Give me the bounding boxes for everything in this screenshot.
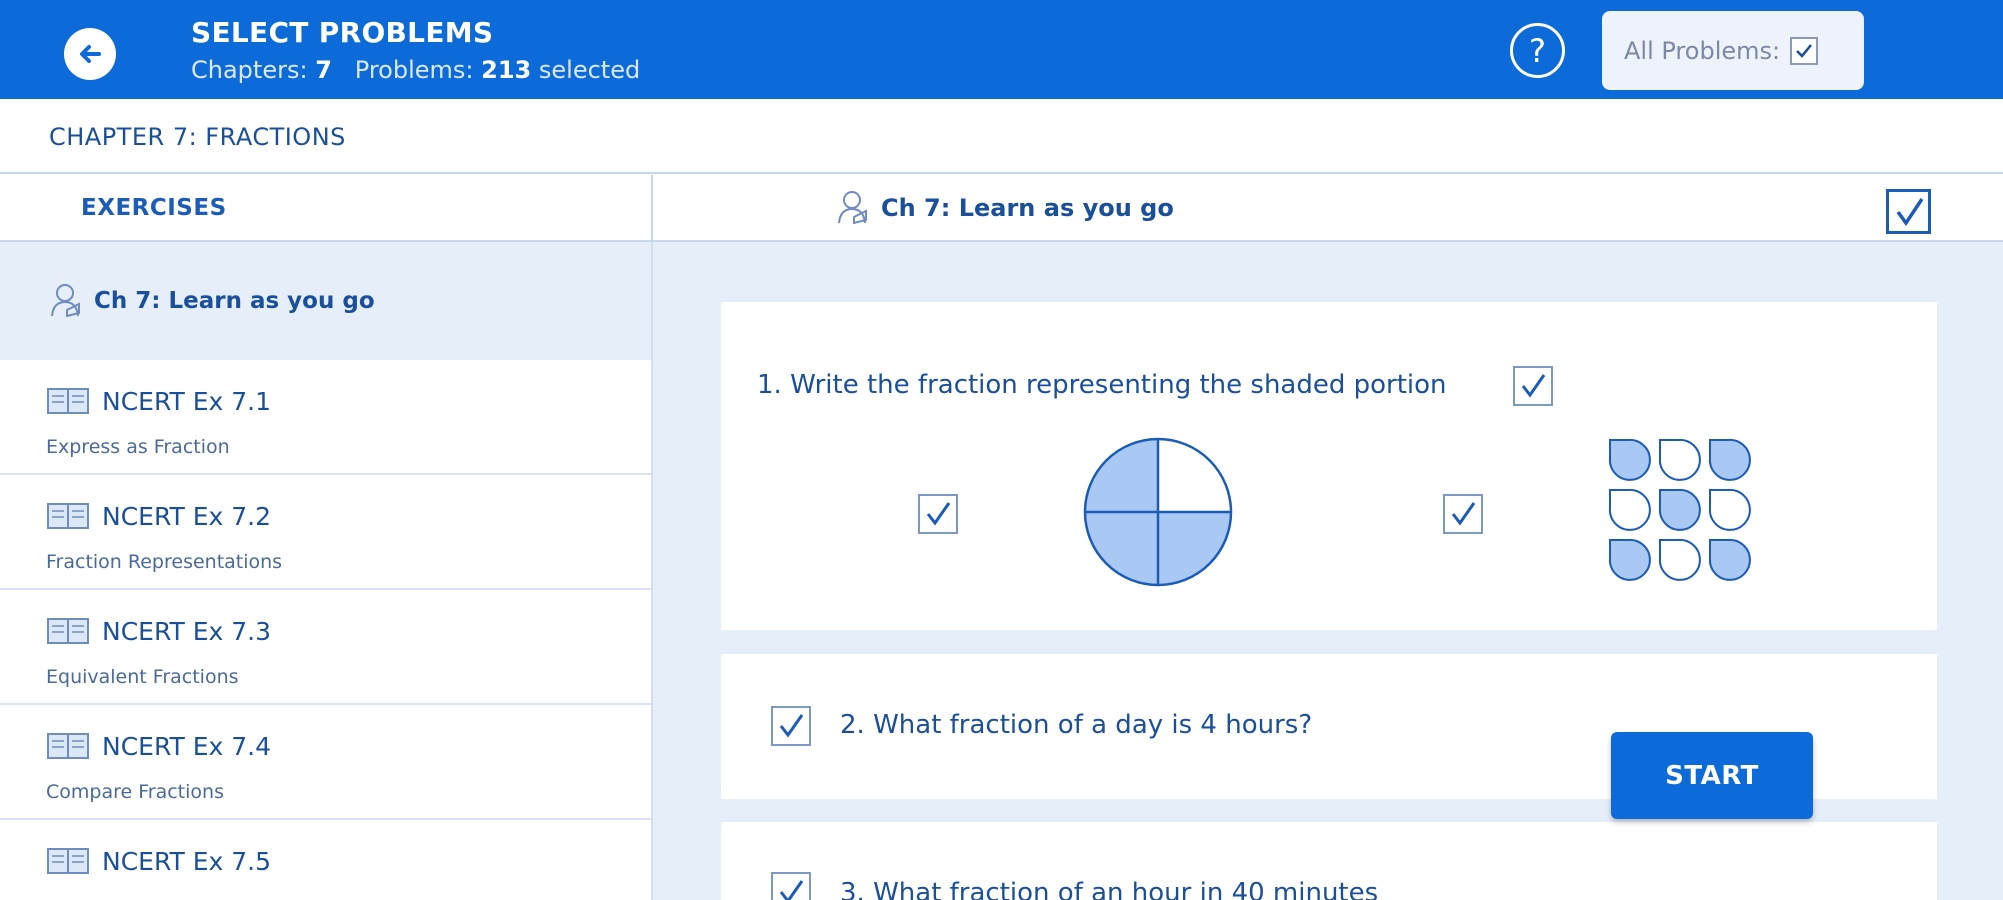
problems-label: Problems:	[354, 56, 474, 84]
exercise-sidebar: Ch 7: Learn as you go NCERT Ex 7.1 Expre…	[0, 242, 651, 900]
sidebar-item-subtitle: Fraction Representations	[46, 551, 283, 573]
problems-count: 213	[481, 56, 532, 84]
start-button[interactable]: START	[1611, 732, 1813, 819]
back-arrow-icon	[80, 45, 101, 63]
back-button[interactable]	[64, 28, 116, 80]
checkmark-icon	[1521, 374, 1546, 398]
chapter-bar: CHAPTER 7: FRACTIONS	[0, 99, 2003, 174]
sidebar-item-ex-7-1[interactable]: NCERT Ex 7.1 Express as Fraction	[0, 360, 651, 475]
page-title: SELECT PROBLEMS	[191, 16, 494, 49]
checkmark-icon	[779, 880, 804, 900]
chapter-title: CHAPTER 7: FRACTIONS	[49, 123, 346, 151]
book-icon	[47, 848, 89, 874]
question-3-checkbox[interactable]	[771, 872, 811, 900]
sidebar-item-ex-7-2[interactable]: NCERT Ex 7.2 Fraction Representations	[0, 475, 651, 590]
checkmark-icon	[1796, 43, 1813, 58]
book-icon	[47, 733, 89, 759]
chapters-count: 7	[315, 56, 332, 84]
sidebar-item-ex-7-3[interactable]: NCERT Ex 7.3 Equivalent Fractions	[0, 590, 651, 705]
question-card-3: 3. What fraction of an hour in 40 minute…	[721, 822, 1937, 900]
fraction-circle-figure	[1083, 437, 1233, 587]
all-problems-label: All Problems:	[1624, 36, 1781, 65]
question-text: 1. Write the fraction representing the s…	[757, 370, 1447, 400]
checkmark-icon	[1896, 197, 1923, 226]
section-divider	[651, 175, 653, 242]
all-problems-checkbox[interactable]	[1790, 36, 1819, 65]
checkmark-icon	[1451, 502, 1476, 526]
learner-icon	[838, 191, 867, 225]
selected-label: selected	[538, 56, 641, 84]
all-problems-toggle[interactable]: All Problems:	[1602, 11, 1864, 90]
section-header: Ch 7: Learn as you go	[835, 189, 1174, 227]
section-bar: EXERCISES Ch 7: Learn as you go	[0, 175, 2003, 242]
question-card-1: 1. Write the fraction representing the s…	[721, 302, 1937, 630]
learner-icon	[51, 284, 80, 318]
drops-figure-checkbox[interactable]	[1443, 494, 1483, 534]
selection-summary: Chapters: 7 Problems: 213 selected	[191, 56, 640, 84]
sidebar-item-ex-7-4[interactable]: NCERT Ex 7.4 Compare Fractions	[0, 705, 651, 820]
sidebar-item-label: NCERT Ex 7.5	[102, 846, 272, 876]
help-icon: ?	[1529, 31, 1546, 70]
sidebar-item-label: NCERT Ex 7.4	[102, 731, 272, 761]
sidebar-item-ex-7-5[interactable]: NCERT Ex 7.5	[0, 820, 651, 900]
sidebar-item-label: NCERT Ex 7.3	[102, 616, 272, 646]
checkmark-icon	[779, 714, 804, 738]
section-checkbox[interactable]	[1886, 189, 1931, 234]
sidebar-header[interactable]: Ch 7: Learn as you go	[0, 242, 651, 360]
question-1-checkbox[interactable]	[1513, 366, 1553, 406]
sidebar-item-subtitle: Express as Fraction	[46, 436, 230, 458]
question-text: 3. What fraction of an hour in 40 minute…	[840, 878, 1379, 900]
checkmark-icon	[926, 502, 951, 526]
sidebar-item-label: NCERT Ex 7.2	[102, 501, 272, 531]
circle-figure-checkbox[interactable]	[918, 494, 958, 534]
book-icon	[47, 503, 89, 529]
sidebar-item-subtitle: Compare Fractions	[46, 781, 224, 803]
question-text: 2. What fraction of a day is 4 hours?	[840, 710, 1313, 740]
app-header: SELECT PROBLEMS Chapters: 7 Problems: 21…	[0, 0, 2003, 99]
sidebar-item-label: NCERT Ex 7.1	[102, 386, 272, 416]
sidebar-item-subtitle: Equivalent Fractions	[46, 666, 239, 688]
book-icon	[47, 618, 89, 644]
tab-exercises[interactable]: EXERCISES	[81, 195, 227, 221]
section-title: Ch 7: Learn as you go	[881, 194, 1174, 222]
book-icon	[47, 388, 89, 414]
help-button[interactable]: ?	[1510, 23, 1565, 78]
question-2-checkbox[interactable]	[771, 706, 811, 746]
fraction-drops-figure	[1608, 438, 1751, 581]
sidebar-header-title: Ch 7: Learn as you go	[94, 288, 375, 314]
chapters-label: Chapters:	[191, 56, 308, 84]
